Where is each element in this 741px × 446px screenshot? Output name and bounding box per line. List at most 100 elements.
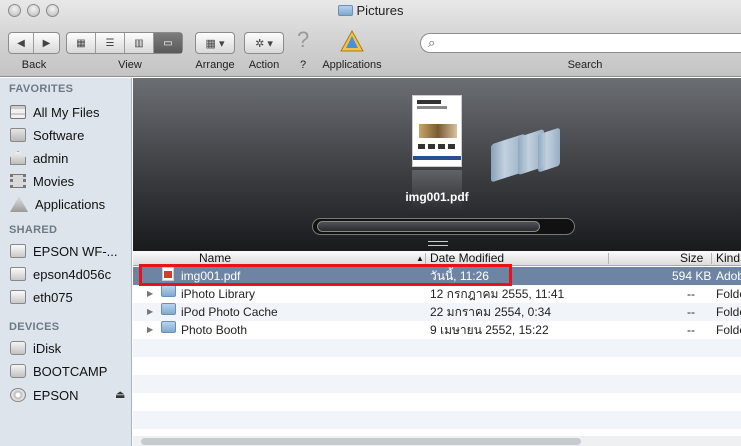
arrange-label: Arrange: [195, 59, 235, 71]
network-computer-icon: [10, 290, 26, 304]
devices-header: DEVICES: [9, 321, 60, 333]
list-item[interactable]: ▶ iPod Photo Cache 22 มกราคม 2554, 0:34 …: [133, 303, 741, 321]
coverflow-scrollbar[interactable]: [312, 218, 575, 235]
thumbnail-band: [413, 156, 461, 160]
highlight-box: [139, 264, 512, 286]
help-icon[interactable]: ?: [297, 27, 309, 53]
sidebar-item-epson[interactable]: EPSON: [10, 384, 79, 406]
list-item[interactable]: ▶ iPhoto Library 12 กรกฎาคม 2555, 11:41 …: [133, 285, 741, 303]
idisk-icon: [10, 341, 26, 355]
resize-grip-icon[interactable]: [428, 241, 448, 246]
arrange-grid-icon: ▦ ▾: [205, 37, 225, 50]
sidebar-item-idisk[interactable]: iDisk: [10, 337, 61, 359]
applications-label: Applications: [322, 59, 382, 71]
column-separator: [711, 253, 712, 264]
thumbnail-subheader-text: [417, 106, 447, 109]
file-size: --: [687, 287, 695, 301]
folder-thumbnail[interactable]: [538, 127, 560, 173]
view-control[interactable]: ▦ ☰ ▥ ▭: [66, 32, 183, 54]
sidebar-item-eth075[interactable]: eth075: [10, 286, 73, 308]
disclosure-triangle-icon[interactable]: ▶: [147, 321, 153, 339]
network-computer-icon: [10, 267, 26, 281]
file-kind: Folde: [716, 287, 741, 301]
sidebar-item-epson4d056c[interactable]: epson4d056c: [10, 263, 111, 285]
search-input[interactable]: ⌕: [420, 33, 741, 53]
pictures-folder-icon: [337, 5, 353, 16]
empty-row: [133, 375, 741, 393]
coverflow-selected-label: img001.pdf: [405, 190, 469, 204]
gear-icon: ✲ ▾: [255, 37, 273, 50]
empty-row: [133, 411, 741, 429]
coverflow-view-icon[interactable]: ▭: [154, 33, 182, 53]
file-size: --: [687, 323, 695, 337]
pdf-thumbnail[interactable]: [412, 95, 462, 167]
list-item[interactable]: ▶ Photo Booth 9 เมษายน 2552, 15:22 -- Fo…: [133, 321, 741, 339]
sidebar-item-movies[interactable]: Movies: [10, 170, 74, 192]
movies-icon: [10, 174, 26, 188]
back-forward-control[interactable]: ◀ ▶: [8, 32, 60, 54]
column-size[interactable]: Size: [680, 251, 703, 266]
file-size: 594 KB: [672, 269, 712, 283]
folder-icon: [161, 285, 176, 297]
back-label: Back: [21, 59, 47, 71]
disclosure-triangle-icon[interactable]: ▶: [147, 285, 153, 303]
file-kind: Adob: [716, 269, 741, 283]
finder-window: Pictures ◀ ▶ Back ▦ ☰ ▥ ▭ View ▦ ▾ Arran…: [0, 0, 741, 446]
folder-icon: [161, 303, 176, 315]
sidebar-item-bootcamp[interactable]: BOOTCAMP: [10, 360, 107, 382]
list-view-icon[interactable]: ☰: [96, 33, 125, 53]
file-kind: Folde: [716, 323, 741, 337]
search-label: Search: [567, 59, 603, 71]
sidebar-item-applications[interactable]: Applications: [10, 193, 105, 215]
thumbnail-photo: [419, 124, 457, 138]
home-icon: [10, 151, 26, 165]
file-date: 22 มกราคม 2554, 0:34: [430, 305, 552, 319]
horizontal-scrollbar[interactable]: [133, 436, 741, 446]
file-date: 9 เมษายน 2552, 15:22: [430, 323, 549, 337]
cd-icon: [10, 388, 26, 402]
column-separator: [608, 253, 609, 264]
icon-view-icon[interactable]: ▦: [67, 33, 96, 53]
folder-icon: [161, 321, 176, 333]
applications-icon[interactable]: [340, 29, 364, 52]
favorites-header: FAVORITES: [9, 83, 74, 95]
disclosure-triangle-icon[interactable]: ▶: [147, 303, 153, 321]
column-view-icon[interactable]: ▥: [125, 33, 154, 53]
column-separator: [425, 253, 426, 264]
file-name: iPod Photo Cache: [181, 305, 278, 319]
applications-icon: [10, 196, 28, 212]
file-size: --: [687, 305, 695, 319]
help-label: ?: [299, 59, 307, 71]
forward-arrow-icon[interactable]: ▶: [34, 33, 59, 53]
horizontal-scroll-thumb[interactable]: [141, 438, 581, 445]
file-name: Photo Booth: [181, 323, 248, 337]
eject-icon[interactable]: ⏏: [115, 388, 125, 401]
file-date: 12 กรกฎาคม 2555, 11:41: [430, 287, 565, 301]
folder-icon: [10, 128, 26, 142]
sidebar-item-epson-wf[interactable]: EPSON WF-...: [10, 240, 118, 262]
empty-row: [133, 339, 741, 357]
sidebar-item-software[interactable]: Software: [10, 124, 84, 146]
network-computer-icon: [10, 244, 26, 258]
back-arrow-icon[interactable]: ◀: [9, 33, 34, 53]
all-files-icon: [10, 105, 26, 119]
view-label: View: [118, 59, 142, 71]
file-name: iPhoto Library: [181, 287, 256, 301]
coverflow-scroll-thumb[interactable]: [317, 221, 540, 232]
sidebar-item-all-my-files[interactable]: All My Files: [10, 101, 99, 123]
thumbnail-products: [418, 144, 458, 149]
thumbnail-header-text: [417, 100, 441, 104]
sidebar: FAVORITES All My Files Software admin Mo…: [0, 78, 132, 446]
coverflow-view[interactable]: img001.pdf: [133, 78, 741, 251]
shared-header: SHARED: [9, 224, 58, 236]
action-label: Action: [248, 59, 280, 71]
arrange-button[interactable]: ▦ ▾: [195, 32, 235, 54]
column-kind[interactable]: Kind: [716, 251, 740, 266]
file-kind: Folde: [716, 305, 741, 319]
sidebar-item-admin[interactable]: admin: [10, 147, 68, 169]
window-title: Pictures: [0, 3, 741, 18]
action-button[interactable]: ✲ ▾: [244, 32, 284, 54]
disk-icon: [10, 364, 26, 378]
search-icon: ⌕: [428, 35, 436, 50]
toolbar: Pictures ◀ ▶ Back ▦ ☰ ▥ ▭ View ▦ ▾ Arran…: [0, 0, 741, 77]
